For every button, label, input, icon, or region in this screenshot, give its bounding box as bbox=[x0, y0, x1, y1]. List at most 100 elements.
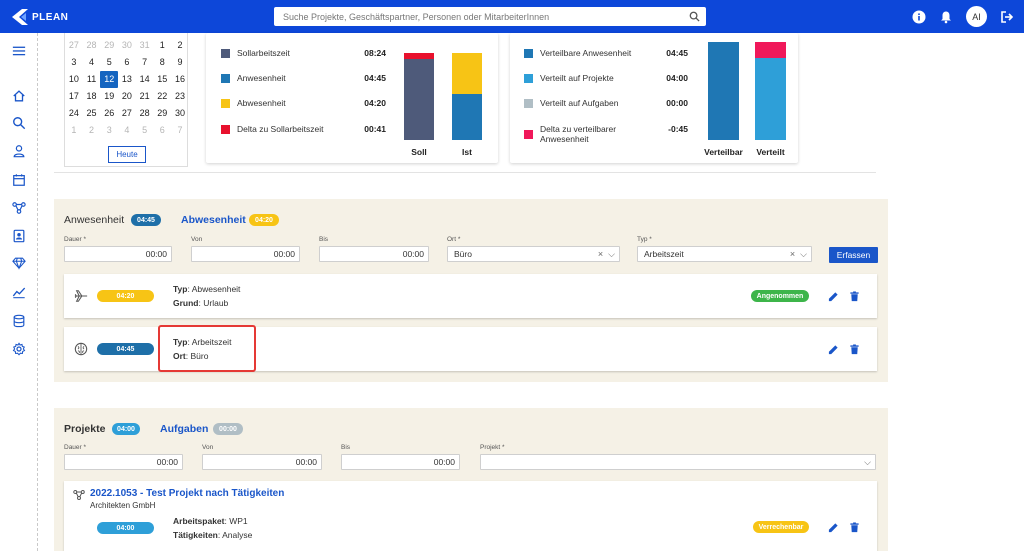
type-key: Typ bbox=[173, 284, 188, 294]
calendar-day[interactable]: 23 bbox=[171, 88, 189, 105]
legend-item: Verteilt auf Projekte bbox=[524, 73, 646, 83]
from-input[interactable]: 00:00 bbox=[202, 454, 322, 470]
clear-icon[interactable]: × bbox=[598, 249, 603, 260]
legend-swatch bbox=[221, 124, 230, 134]
calendar-day[interactable]: 7 bbox=[171, 122, 189, 139]
settings-gear-icon[interactable] bbox=[11, 341, 27, 357]
calendar-day[interactable]: 27 bbox=[65, 37, 83, 54]
menu-icon[interactable] bbox=[11, 43, 27, 59]
calendar-day[interactable]: 28 bbox=[136, 105, 154, 122]
calendar-day[interactable]: 29 bbox=[100, 37, 118, 54]
status-badge: Angenommen bbox=[751, 290, 809, 302]
search-icon[interactable] bbox=[689, 11, 700, 22]
legend-label: Anwesenheit bbox=[237, 73, 286, 83]
info-icon[interactable] bbox=[912, 10, 926, 24]
calendar-day[interactable]: 5 bbox=[100, 54, 118, 71]
calendar-day[interactable]: 4 bbox=[118, 122, 136, 139]
calendar-day[interactable]: 30 bbox=[171, 105, 189, 122]
calendar-day[interactable]: 1 bbox=[153, 37, 171, 54]
project-label: Projekt * bbox=[480, 444, 505, 451]
notification-bell-icon[interactable] bbox=[939, 10, 953, 24]
calendar-day[interactable]: 2 bbox=[171, 37, 189, 54]
calendar-day[interactable]: 2 bbox=[83, 122, 101, 139]
calendar-day[interactable]: 26 bbox=[100, 105, 118, 122]
calendar-day[interactable]: 17 bbox=[65, 88, 83, 105]
from-input[interactable]: 00:00 bbox=[191, 246, 300, 262]
to-input[interactable]: 00:00 bbox=[341, 454, 460, 470]
chevron-down-icon[interactable]: ⌵ bbox=[864, 457, 871, 468]
edit-pencil-icon[interactable] bbox=[827, 343, 839, 355]
clear-icon[interactable]: × bbox=[790, 249, 795, 260]
calendar-day-selected[interactable]: 12 bbox=[100, 71, 119, 88]
calendar-day[interactable]: 6 bbox=[153, 122, 171, 139]
calendar-day[interactable]: 22 bbox=[153, 88, 171, 105]
calendar-day[interactable]: 24 bbox=[65, 105, 83, 122]
tab-tasks[interactable]: Aufgaben bbox=[160, 423, 208, 435]
calendar-day[interactable]: 13 bbox=[118, 71, 136, 88]
projects-section: Projekte 04:00 Aufgaben 00:00 Dauer * 00… bbox=[54, 408, 888, 551]
calendar-day[interactable]: 11 bbox=[83, 71, 101, 88]
home-icon[interactable] bbox=[11, 88, 27, 104]
logout-icon[interactable] bbox=[1000, 10, 1014, 24]
contacts-icon[interactable] bbox=[11, 228, 27, 244]
person-icon[interactable] bbox=[11, 143, 27, 159]
company-name: Architekten GmbH bbox=[90, 501, 156, 510]
calendar-day[interactable]: 3 bbox=[100, 122, 118, 139]
calendar-day[interactable]: 31 bbox=[136, 37, 154, 54]
submit-button[interactable]: Erfassen bbox=[829, 247, 878, 263]
calendar-day[interactable]: 7 bbox=[136, 54, 154, 71]
edit-pencil-icon[interactable] bbox=[827, 521, 839, 533]
search-input[interactable] bbox=[274, 7, 706, 26]
calendar-day[interactable]: 27 bbox=[118, 105, 136, 122]
app-logo[interactable]: PLEAN bbox=[10, 8, 68, 26]
calendar-day[interactable]: 14 bbox=[136, 71, 154, 88]
calendar-day[interactable]: 18 bbox=[83, 88, 101, 105]
location-select[interactable]: Büro × ⌵ bbox=[447, 246, 620, 262]
delete-trash-icon[interactable] bbox=[848, 343, 860, 355]
calendar-day[interactable]: 28 bbox=[83, 37, 101, 54]
calendar-day[interactable]: 30 bbox=[118, 37, 136, 54]
to-input[interactable]: 00:00 bbox=[319, 246, 429, 262]
calendar-day[interactable]: 21 bbox=[136, 88, 154, 105]
legend-value: -0:45 bbox=[668, 124, 688, 134]
tab-presence[interactable]: Anwesenheit bbox=[64, 214, 124, 226]
calendar-day[interactable]: 4 bbox=[83, 54, 101, 71]
billable-badge: Verrechenbar bbox=[753, 521, 809, 533]
calendar-day[interactable]: 29 bbox=[153, 105, 171, 122]
duration-input[interactable]: 00:00 bbox=[64, 246, 172, 262]
project-select[interactable]: ⌵ bbox=[480, 454, 876, 470]
calendar-day[interactable]: 3 bbox=[65, 54, 83, 71]
diamond-icon[interactable] bbox=[11, 255, 27, 271]
today-button[interactable]: Heute bbox=[108, 146, 146, 163]
tab-projects[interactable]: Projekte bbox=[64, 423, 105, 435]
calendar-day[interactable]: 5 bbox=[136, 122, 154, 139]
duration-input[interactable]: 00:00 bbox=[64, 454, 183, 470]
legend-label: Delta zu Sollarbeitszeit bbox=[237, 124, 324, 134]
calendar-day[interactable]: 19 bbox=[100, 88, 118, 105]
calendar-day[interactable]: 1 bbox=[65, 122, 83, 139]
type-select[interactable]: Arbeitszeit × ⌵ bbox=[637, 246, 812, 262]
edit-pencil-icon[interactable] bbox=[827, 290, 839, 302]
calendar-icon[interactable] bbox=[11, 172, 27, 188]
chevron-down-icon[interactable]: ⌵ bbox=[608, 249, 615, 260]
calendar-day[interactable]: 9 bbox=[171, 54, 189, 71]
delete-trash-icon[interactable] bbox=[848, 521, 860, 533]
calendar-day[interactable]: 6 bbox=[118, 54, 136, 71]
user-avatar[interactable]: AI bbox=[966, 6, 987, 27]
chevron-down-icon[interactable]: ⌵ bbox=[800, 249, 807, 260]
calendar-day[interactable]: 8 bbox=[153, 54, 171, 71]
database-icon[interactable] bbox=[11, 313, 27, 329]
tab-absence[interactable]: Abwesenheit bbox=[181, 214, 246, 226]
project-title-link[interactable]: 2022.1053 - Test Projekt nach Tätigkeite… bbox=[90, 488, 284, 499]
calendar-day[interactable]: 16 bbox=[171, 71, 189, 88]
delete-trash-icon[interactable] bbox=[848, 290, 860, 302]
project-tree-icon[interactable] bbox=[11, 200, 27, 216]
search-nav-icon[interactable] bbox=[11, 115, 27, 131]
calendar-day[interactable]: 15 bbox=[153, 71, 171, 88]
bar-segment bbox=[404, 59, 434, 140]
chart-icon[interactable] bbox=[11, 284, 27, 300]
legend-swatch bbox=[221, 98, 230, 108]
calendar-day[interactable]: 10 bbox=[65, 71, 83, 88]
calendar-day[interactable]: 25 bbox=[83, 105, 101, 122]
calendar-day[interactable]: 20 bbox=[118, 88, 136, 105]
